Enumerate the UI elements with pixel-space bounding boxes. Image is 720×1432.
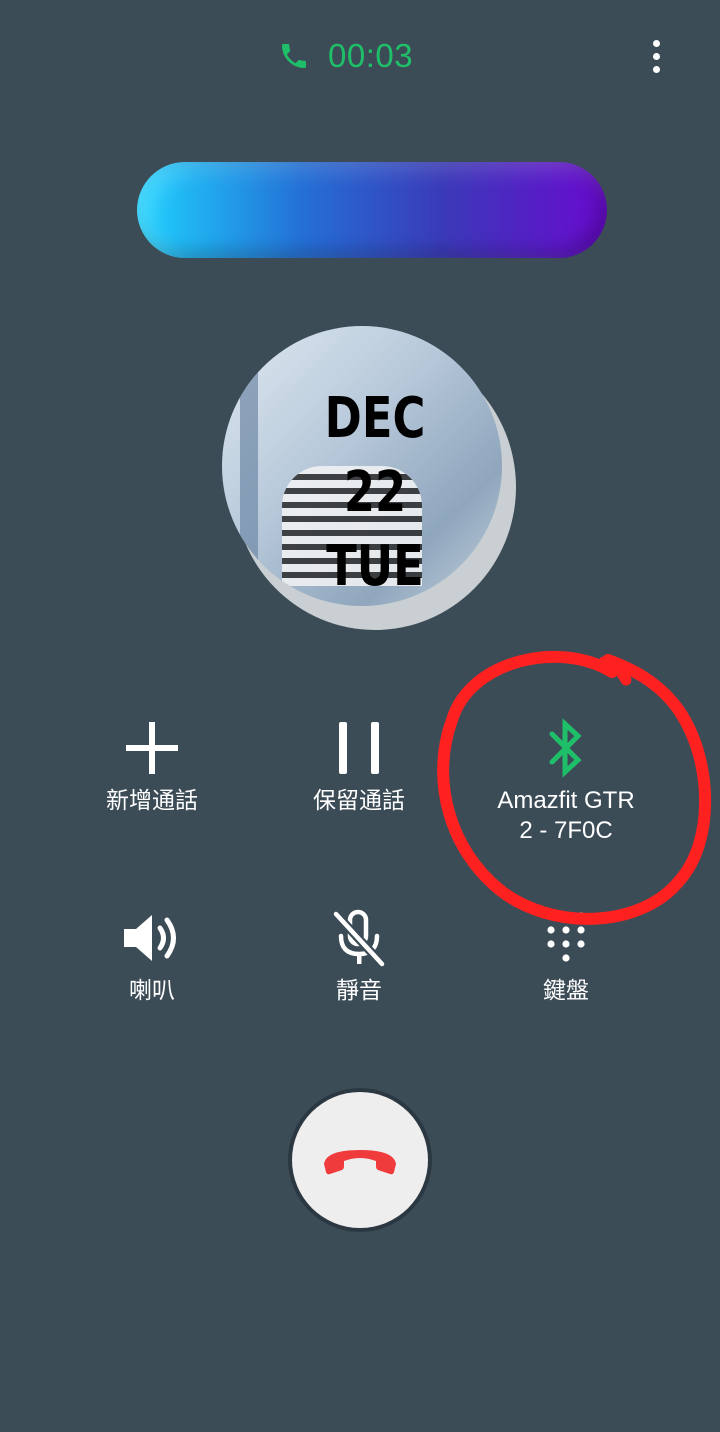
- bluetooth-device-name: Amazfit GTR 2 - 7F0C: [466, 786, 666, 846]
- top-bar: 00:03: [0, 20, 720, 92]
- mute-button[interactable]: 靜音: [259, 908, 459, 1006]
- contact-avatar-group: DEC 22 TUE: [222, 326, 516, 630]
- date-weekday: TUE: [326, 534, 424, 599]
- plus-icon: [126, 722, 178, 774]
- speaker-label: 喇叭: [129, 978, 175, 1004]
- speaker-icon: [124, 915, 176, 961]
- mic-off-icon: [332, 909, 386, 968]
- avatar-date-overlay: DEC 22 TUE: [253, 382, 498, 604]
- bluetooth-icon: [549, 718, 582, 778]
- call-duration: 00:03: [328, 37, 414, 74]
- add-call-button[interactable]: 新增通話: [52, 718, 252, 816]
- caller-banner: [137, 162, 607, 258]
- more-vertical-icon[interactable]: [636, 34, 676, 78]
- bluetooth-audio-button[interactable]: Amazfit GTR 2 - 7F0C: [466, 718, 666, 846]
- date-day: 22: [343, 460, 407, 525]
- add-call-label: 新增通話: [106, 788, 198, 814]
- hold-label: 保留通話: [313, 788, 405, 814]
- speaker-button[interactable]: 喇叭: [52, 908, 252, 1006]
- mute-label: 靜音: [336, 978, 382, 1004]
- hang-up-icon: [324, 1150, 396, 1175]
- keypad-button[interactable]: 鍵盤: [466, 908, 666, 1006]
- bluetooth-device-line2: 2 - 7F0C: [519, 817, 613, 844]
- keypad-label: 鍵盤: [543, 978, 589, 1004]
- date-month: DEC: [324, 386, 426, 451]
- phone-icon: [282, 44, 306, 68]
- end-call-button[interactable]: [292, 1092, 428, 1228]
- bluetooth-device-line1: Amazfit GTR: [497, 787, 635, 814]
- dialpad-icon: [547, 912, 585, 962]
- hold-button[interactable]: 保留通話: [259, 718, 459, 816]
- call-timer: 00:03: [278, 34, 413, 78]
- pause-icon: [339, 722, 379, 774]
